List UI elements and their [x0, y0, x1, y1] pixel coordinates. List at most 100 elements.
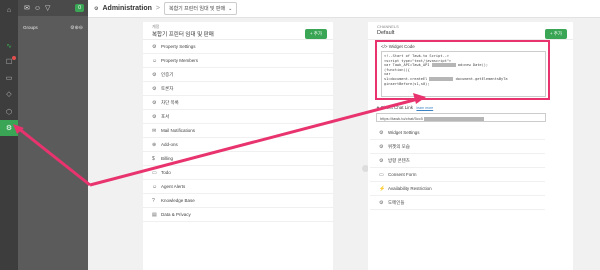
groups-header: Groups ⚙⊕⊖ [18, 16, 88, 40]
property-menu-item[interactable]: ⊕ Add-ons [143, 138, 333, 152]
channel-menu-item[interactable]: ⚡ Availability Restriction [370, 182, 545, 196]
menu-item-icon: ⚙ [152, 85, 157, 92]
groups-label: Groups [23, 25, 38, 30]
menu-item-icon: ✉ [152, 127, 157, 134]
menu-item-label: Mail Notifications [161, 128, 196, 133]
property-menu-item[interactable]: ⚙ 차단 목록 [143, 96, 333, 110]
redacted-block [429, 76, 454, 81]
property-menu-item[interactable]: ✉ Mail Notifications [143, 124, 333, 138]
property-dropdown[interactable]: 복합기 프린터 임대 및 판매 ⌄ [163, 2, 238, 15]
learn-more-link[interactable]: learn more [416, 106, 433, 110]
gear-glyph: ⚙ [5, 125, 13, 132]
menu-item-icon: ▭ [379, 171, 384, 178]
channel-menu: ⚙ Widget Settings ⚙ 위젯의 모습 ⚙ 방향 콘텐츠 ▭ Consent F… [370, 126, 545, 210]
code-line: var [384, 72, 391, 77]
tag-icon[interactable]: ◇ [0, 86, 18, 102]
settings-icon: ⚙ [94, 5, 99, 12]
channel-menu-item[interactable]: ⚙ 방향 콘텐츠 [370, 154, 545, 168]
menu-item-label: Todo [161, 170, 171, 175]
gear-icon[interactable]: ⚙ [0, 120, 18, 136]
menu-item-label: Data & Privacy [161, 212, 191, 217]
menu-item-label: Availability Restriction [388, 186, 432, 191]
property-menu-item[interactable]: ▤ Data & Privacy [143, 208, 333, 222]
redacted-block [431, 63, 456, 68]
property-menu-item[interactable]: ⚙ 인증기 [143, 68, 333, 82]
code-line: <!--Start of Tawk.to Script--> [384, 54, 449, 58]
menu-item-label: 위젯의 모습 [388, 143, 410, 149]
menu-item-label: 토론자 [161, 85, 174, 91]
counter-badge: 0 [75, 4, 84, 12]
menu-item-label: 차단 목록 [161, 99, 179, 105]
menu-item-icon: ▤ [152, 211, 157, 218]
property-menu: ⚙ Property Settings ☺ Property Members ⚙ 인증기 ⚙… [143, 40, 333, 222]
menu-item-label: Add-ons [161, 142, 178, 147]
menu-item-label: 방향 콘텐츠 [388, 157, 410, 163]
ticket-icon[interactable]: ▭ [0, 70, 18, 86]
menu-item-icon: ⚡ [379, 185, 386, 192]
add-channel-button[interactable]: + 추가 [544, 29, 567, 39]
redacted-block [424, 116, 485, 121]
property-menu-item[interactable]: ⚙ Property Settings [143, 40, 333, 54]
channel-header: CHANNELS Default + 추가 [368, 22, 573, 40]
channel-small-label: CHANNELS [377, 24, 399, 29]
menu-item-icon: ⚙ [379, 199, 384, 206]
property-menu-item[interactable]: ☺ Property Members [143, 54, 333, 68]
property-menu-item[interactable]: ▭ Todo [143, 166, 333, 180]
menu-item-icon: ⚙ [379, 143, 384, 150]
widget-code-textarea[interactable]: <!--Start of Tawk.to Script--> <script t… [381, 51, 546, 97]
tag-glyph: ◇ [6, 91, 12, 98]
code-line: (function(){ [384, 67, 410, 72]
property-dropdown-value: 복합기 프린터 임대 및 판매 [168, 6, 226, 12]
chat-glyph: ☐ [5, 59, 13, 66]
menu-item-icon: ⚙ [152, 43, 157, 50]
contacts-icon[interactable]: ☺ [34, 5, 41, 12]
ticket-glyph: ▭ [5, 75, 13, 82]
menu-item-label: Widget Settings [388, 130, 420, 135]
direct-chat-url-field[interactable]: https://tawk.to/chat/5cc5 [376, 113, 546, 122]
channel-menu-item[interactable]: ⚙ Widget Settings [370, 126, 545, 140]
add-property-button[interactable]: + 추가 [304, 29, 327, 39]
property-header: 계정 복합기 프린터 임대 및 판매 + 추가 [143, 22, 333, 40]
filter-icon[interactable]: ▽ [45, 4, 50, 12]
code-fragment: document.getElementsByTa [455, 76, 508, 81]
property-menu-item[interactable]: $ Billing [143, 152, 333, 166]
direct-chat-label: Direct Chat Link [381, 105, 414, 110]
menu-item-label: Knowledge Base [161, 198, 195, 203]
menu-item-label: 도메인들 [388, 199, 405, 205]
channel-menu-item[interactable]: ⚙ 도메인들 [370, 196, 545, 210]
code-line: s1=document.createEl [384, 76, 428, 81]
menu-item-icon: ? [152, 197, 155, 204]
panel-toolbar: ✉ ☺ ▽ 0 [18, 0, 88, 16]
breadcrumb-separator: > [155, 5, 160, 12]
menu-item-icon: ⚙ [152, 71, 157, 78]
mail-icon[interactable]: ✉ [24, 4, 30, 12]
property-menu-item[interactable]: ☺ Agent Alerts [143, 180, 333, 194]
box-glyph: ⬡ [5, 109, 13, 116]
property-menu-item[interactable]: ⚙ 포서 [143, 110, 333, 124]
widget-code-title: </> Widget Code [381, 44, 415, 49]
secondary-panel: ✉ ☺ ▽ 0 Groups ⚙⊕⊖ [18, 0, 88, 270]
notification-dot [12, 56, 16, 60]
icon-rail: ⌂ ∿ ☐ ▭ ◇ ⬡ ⚙ [0, 0, 18, 270]
code-line: <script type="text/javascript"> [384, 58, 452, 63]
admin-topbar: ⚙ Administration > 복합기 프린터 임대 및 판매 ⌄ [88, 0, 600, 18]
property-menu-item[interactable]: ? Knowledge Base [143, 194, 333, 208]
menu-item-label: 인증기 [161, 71, 174, 77]
activity-icon[interactable]: ∿ [0, 38, 18, 54]
menu-item-label: Agent Alerts [161, 184, 186, 189]
channel-menu-item[interactable]: ▭ Consent Form [370, 168, 545, 182]
chat-icon[interactable]: ☐ [0, 54, 18, 70]
direct-chat-url: https://tawk.to/chat/5cc5 [380, 116, 423, 121]
property-menu-item[interactable]: ⚙ 토론자 [143, 82, 333, 96]
home-icon[interactable]: ⌂ [0, 2, 18, 18]
main-area: ⚙ Administration > 복합기 프린터 임대 및 판매 ⌄ 계정 … [88, 0, 600, 270]
menu-item-icon: ☺ [152, 183, 158, 190]
menu-item-icon: ⚙ [379, 129, 384, 136]
groups-actions[interactable]: ⚙⊕⊖ [70, 25, 83, 31]
menu-item-icon: ▭ [152, 169, 157, 176]
page-title: Administration [102, 5, 152, 12]
direct-chat-section: ⚭ Direct Chat Link learn more https://ta… [376, 105, 546, 122]
channel-menu-item[interactable]: ⚙ 위젯의 모습 [370, 140, 545, 154]
box-icon[interactable]: ⬡ [0, 104, 18, 120]
code-line: ginsertBefore(s1,s0); [384, 81, 430, 86]
